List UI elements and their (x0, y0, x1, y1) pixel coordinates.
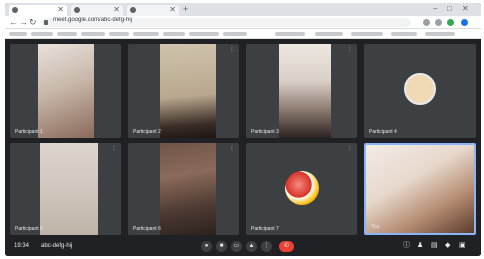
participant-name: You (371, 224, 380, 230)
bookmark-item[interactable] (31, 32, 53, 36)
browser-tab-3[interactable]: ✕ (127, 5, 179, 16)
participant-video (279, 44, 331, 138)
bookmark-item[interactable] (81, 32, 105, 36)
people-icon[interactable]: ♟ (417, 242, 423, 250)
close-tab-icon[interactable]: ✕ (169, 5, 176, 14)
tile-more-options-icon[interactable]: ⋮ (347, 146, 353, 152)
extension-icon[interactable] (447, 19, 454, 26)
bookmark-item[interactable] (391, 32, 417, 36)
participant-tile[interactable]: Participant 1 (10, 44, 121, 138)
participant-avatar (404, 73, 436, 105)
mic-icon[interactable]: ● (201, 241, 212, 252)
bookmark-item[interactable] (109, 32, 129, 36)
bookmark-item[interactable] (351, 32, 383, 36)
self-video (366, 145, 474, 233)
participant-name: Participant 2 (133, 129, 161, 135)
present-icon[interactable]: ▲ (246, 241, 257, 252)
participant-tile[interactable]: ⋮ Participant 7 (246, 143, 357, 235)
bookmark-item[interactable] (9, 32, 27, 36)
meeting-code: abc-defg-hij (41, 243, 73, 249)
tile-more-options-icon[interactable]: ⋮ (464, 148, 470, 154)
captions-icon[interactable]: ▭ (231, 241, 242, 252)
extension-icon[interactable] (423, 19, 430, 26)
close-tab-icon[interactable]: ✕ (57, 5, 64, 14)
activities-icon[interactable]: ◆ (445, 242, 450, 250)
minimize-icon[interactable]: – (433, 4, 437, 13)
participant-name: Participant 6 (133, 226, 161, 232)
participant-tile[interactable]: ⋮ Participant 2 (128, 44, 239, 138)
lock-icon[interactable]: ▣ (459, 242, 466, 250)
browser-tab-meet[interactable]: ✕ (9, 5, 67, 16)
lock-icon (44, 20, 48, 25)
more-options-icon[interactable]: ⋮ (261, 241, 272, 252)
bookmark-item[interactable] (275, 32, 305, 36)
browser-tab-strip: ✕ ✕ ✕ + – □ ✕ (5, 3, 481, 16)
meet-favicon-icon (12, 7, 18, 13)
self-view-tile[interactable]: ⋮ You (364, 143, 476, 235)
participant-tile[interactable]: Participant 4 (364, 44, 476, 138)
bookmark-item[interactable] (57, 32, 77, 36)
bookmark-item[interactable] (223, 32, 247, 36)
bookmark-item[interactable] (133, 32, 159, 36)
camera-icon[interactable]: ■ (216, 241, 227, 252)
tile-more-options-icon[interactable]: ⋮ (111, 146, 117, 152)
tab-favicon-icon (74, 7, 80, 13)
browser-tab-2[interactable]: ✕ (71, 5, 123, 16)
tile-more-options-icon[interactable]: ⋮ (229, 146, 235, 152)
meet-call-area: Participant 1 ⋮ Participant 2 ⋮ Particip… (5, 39, 481, 256)
participant-tile[interactable]: ⋮ Participant 3 (246, 44, 357, 138)
profile-avatar[interactable] (461, 19, 468, 26)
participant-tile[interactable]: ⋮ Participant 5 (10, 143, 121, 235)
participant-name: Participant 7 (251, 226, 279, 232)
screen: ✕ ✕ ✕ + – □ ✕ ← → ↻ meet.google.com/abc-… (5, 3, 481, 256)
bookmark-item[interactable] (163, 32, 185, 36)
meeting-time: 19:34 (14, 243, 30, 249)
close-tab-icon[interactable]: ✕ (113, 5, 120, 14)
participant-video (160, 44, 216, 138)
tile-more-options-icon[interactable]: ⋮ (229, 47, 235, 53)
info-icon[interactable]: ⓘ (403, 242, 410, 250)
new-tab-icon[interactable]: + (183, 4, 188, 14)
tab-favicon-icon (130, 7, 136, 13)
extension-icon[interactable] (435, 19, 442, 26)
participant-video (160, 143, 216, 235)
back-icon[interactable]: ← (9, 17, 18, 27)
bookmark-item[interactable] (425, 32, 455, 36)
bookmarks-bar (5, 29, 481, 39)
window-close-icon[interactable]: ✕ (462, 4, 469, 13)
reload-icon[interactable]: ↻ (29, 17, 37, 28)
participant-tile[interactable]: ⋮ Participant 6 (128, 143, 239, 235)
participant-video (38, 44, 94, 138)
tile-more-options-icon[interactable]: ⋮ (347, 47, 353, 53)
address-bar[interactable]: meet.google.com/abc-defg-hij (41, 17, 411, 27)
participant-name: Participant 3 (251, 129, 279, 135)
browser-toolbar: ← → ↻ meet.google.com/abc-defg-hij (5, 16, 481, 29)
call-end-icon[interactable]: ✆ (279, 241, 294, 252)
participant-avatar (285, 171, 319, 205)
call-controls-bar: 19:34 abc-defg-hij ● ■ ▭ ▲ ⋮ ✆ ⓘ ♟ ▤ ◆ ▣ (5, 237, 481, 256)
participant-name: Participant 4 (369, 129, 397, 135)
participant-name: Participant 5 (15, 226, 43, 232)
forward-icon[interactable]: → (19, 17, 28, 27)
chat-icon[interactable]: ▤ (431, 242, 438, 250)
maximize-icon[interactable]: □ (447, 4, 452, 13)
bookmark-item[interactable] (315, 32, 343, 36)
bookmark-item[interactable] (189, 32, 219, 36)
participant-name: Participant 1 (15, 129, 43, 135)
url-text[interactable]: meet.google.com/abc-defg-hij (53, 17, 173, 26)
participant-video (40, 143, 98, 235)
